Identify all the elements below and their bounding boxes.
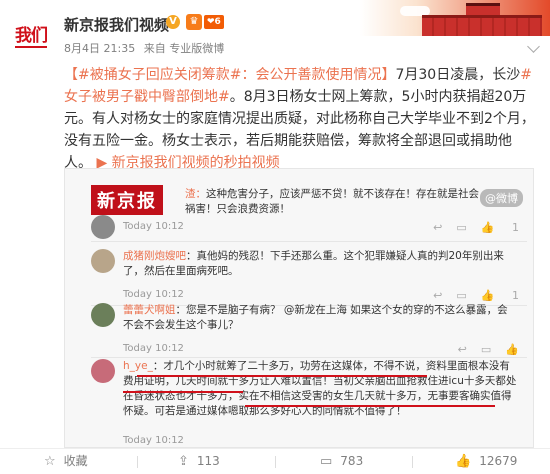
divider	[275, 456, 276, 468]
comment-text: 渣：这种危害分子，应该严惩不贷！就不该存在！存在就是社会祸害！只会浪费资源！	[185, 187, 485, 217]
comment-button[interactable]: ▭ 783	[320, 449, 363, 474]
account-logo: 我们	[15, 26, 48, 48]
header-banner-image	[360, 0, 550, 36]
favorite-label: 收藏	[63, 454, 88, 468]
brand-logo: 新京报	[91, 185, 163, 215]
comment-icon[interactable]: ▭	[481, 343, 491, 356]
like-count: 1	[512, 289, 519, 302]
embedded-screenshot[interactable]: 新京报 @微博 渣：这种危害分子，应该严惩不贷！就不该存在！存在就是社会祸害！只…	[64, 168, 534, 448]
comment-body: ：您是不是脑子有病？ @新龙在上海 如果这个女的穿的不这么暴露，会不会不会发生这…	[123, 304, 508, 331]
post-text: 【#被捅女子回应关闭筹款#：会公开善款使用情况】7月30日凌晨，长沙#女子被男子…	[64, 64, 536, 174]
post-meta: 8月4日 21:35 来自 专业版微博	[64, 40, 229, 56]
comment-icon[interactable]: ▭	[456, 221, 466, 234]
like-button[interactable]: 👍 12679	[455, 449, 517, 474]
highlight-underline	[245, 405, 495, 407]
comment-icon: ▭	[320, 454, 333, 469]
highlight-underline	[137, 375, 427, 377]
star-icon: ☆	[44, 454, 56, 469]
chevron-down-icon[interactable]	[527, 40, 540, 53]
comment-actions: ↩ ▭ 👍 1	[419, 289, 519, 302]
vip-badge[interactable]: ❤6	[204, 15, 224, 29]
thumbs-up-icon: 👍	[455, 454, 472, 469]
comment-text: h_ye_：才几个小时就筹了二十多万，功劳在这媒体，不得不说，资料里面根本没有费…	[123, 359, 518, 419]
like-count: 12679	[479, 454, 518, 468]
like-icon[interactable]: 👍	[481, 221, 495, 234]
action-bar: ☆ 收藏 ⇪ 113 ▭ 783 👍 12679	[0, 448, 550, 474]
avatar[interactable]	[91, 359, 115, 383]
comment-user[interactable]: 成猪刚炮嫂吧	[123, 250, 186, 262]
comment-text: 蕾蕾犬啊姐：您是不是脑子有病？ @新龙在上海 如果这个女的穿的不这么暴露，会不会…	[123, 303, 518, 333]
like-icon[interactable]: 👍	[505, 343, 519, 356]
comment-time: Today 10:12	[123, 289, 184, 300]
divider	[412, 456, 413, 468]
post-header: 我们 新京报我们视频 V ♛ ❤6 8月4日 21:35 来自 专业版微博	[0, 0, 550, 62]
comment-body: ：才几个小时就筹了二十多万，功劳在这媒体，不得不说，资料里面根本没有费用证明，几…	[123, 360, 517, 417]
verified-icon: V	[166, 15, 180, 29]
account-name[interactable]: 新京报我们视频	[64, 14, 169, 35]
share-count: 113	[196, 454, 220, 468]
comment-time: Today 10:12	[123, 221, 184, 232]
comment-time: Today 10:12	[123, 435, 184, 446]
divider	[91, 241, 527, 242]
avatar[interactable]: 我们	[6, 16, 56, 58]
avatar[interactable]	[91, 215, 115, 239]
comment-time: Today 10:12	[123, 343, 184, 354]
comment-actions: ↩ ▭ 👍	[444, 343, 519, 356]
post-source: 来自 专业版微博	[143, 42, 225, 55]
reply-icon[interactable]: ↩	[433, 221, 442, 234]
post-text-part: 7月30日凌晨，长沙	[395, 67, 521, 83]
highlight-underline	[123, 391, 243, 393]
divider	[91, 357, 527, 358]
favorite-button[interactable]: ☆ 收藏	[44, 449, 88, 474]
banner-wall-shape	[422, 15, 542, 36]
comment-text: 成猪刚炮嫂吧：真他妈的残忍！下手还那么重。这个犯罪嫌疑人真的判20年别出来了，然…	[123, 249, 518, 279]
reply-icon[interactable]: ↩	[458, 343, 467, 356]
comment-count: 783	[340, 454, 364, 468]
crown-icon[interactable]: ♛	[186, 14, 202, 30]
like-icon[interactable]: 👍	[481, 289, 495, 302]
comment-user[interactable]: 渣：	[185, 188, 206, 200]
comment-user[interactable]: h_ye_	[123, 360, 153, 372]
avatar[interactable]	[91, 249, 115, 273]
comment-user[interactable]: 蕾蕾犬啊姐	[123, 304, 176, 316]
like-count: 1	[512, 221, 519, 234]
post-date[interactable]: 8月4日 21:35	[64, 42, 135, 55]
comment-body: 这种危害分子，应该严惩不贷！就不该存在！存在就是社会祸害！只会浪费资源！	[185, 188, 479, 215]
reply-icon[interactable]: ↩	[433, 289, 442, 302]
hashtag-link[interactable]: 【#被捅女子回应关闭筹款#：会公开善款使用情况】	[64, 67, 395, 83]
comment-actions: ↩ ▭ 👍 1	[419, 221, 519, 234]
divider	[137, 456, 138, 468]
share-icon: ⇪	[178, 454, 189, 469]
share-button[interactable]: ⇪ 113	[178, 449, 220, 474]
avatar[interactable]	[91, 303, 115, 327]
comment-icon[interactable]: ▭	[456, 289, 466, 302]
watermark: @微博	[480, 189, 523, 207]
